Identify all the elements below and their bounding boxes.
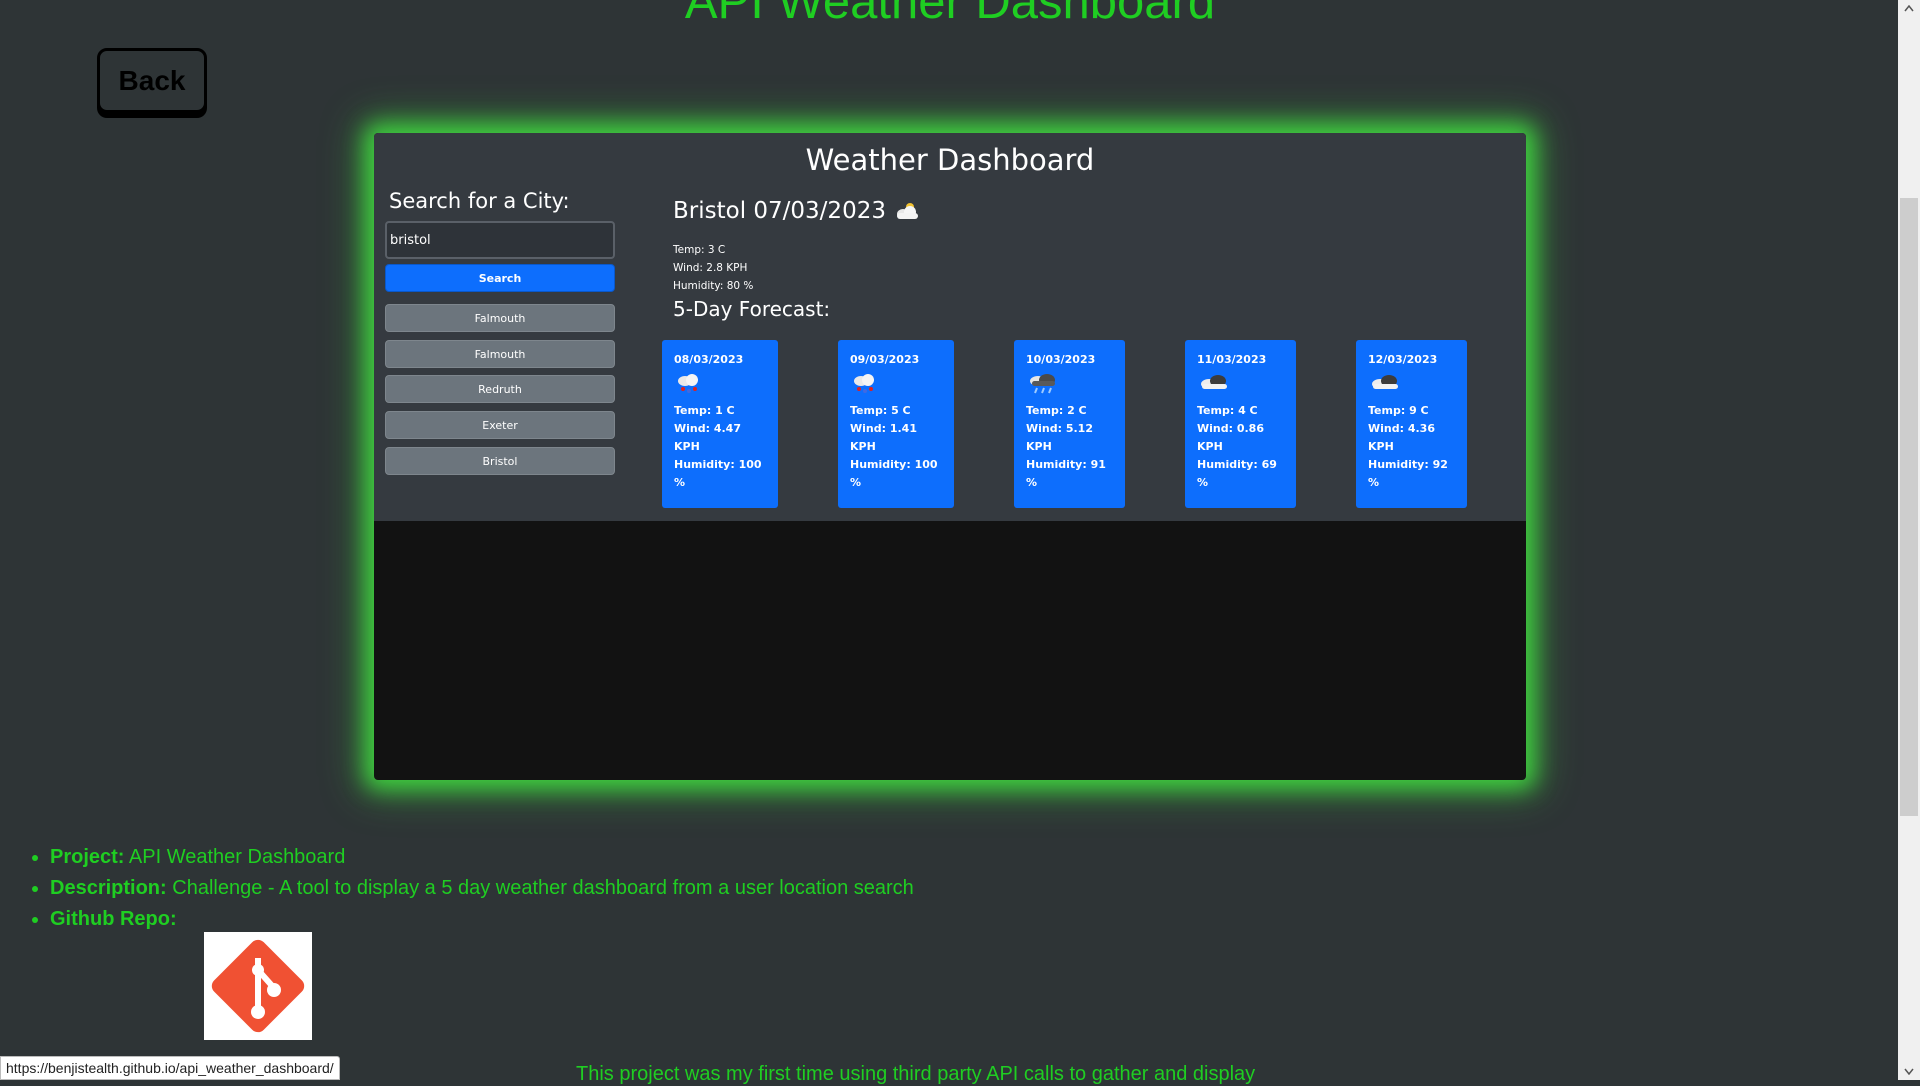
- forecast-date: 12/03/2023: [1368, 353, 1438, 366]
- forecast-card: 09/03/2023 Temp: 5 C Wind: 1.41 KPH Humi…: [838, 340, 954, 508]
- scrollbar-thumb[interactable]: [1900, 198, 1918, 816]
- page-scrollbar[interactable]: [1898, 0, 1920, 1080]
- weather-dashboard-embed: Weather Dashboard Search for a City: Sea…: [374, 133, 1526, 780]
- dashboard-title: Weather Dashboard: [805, 143, 1095, 177]
- current-temp: Temp: 3 C: [673, 244, 726, 256]
- forecast-card: 12/03/2023 Temp: 9 C Wind: 4.36 KPH Humi…: [1356, 340, 1467, 508]
- forecast-card: 08/03/2023 Temp: 1 C Wind: 4.47 KPH Humi…: [662, 340, 778, 508]
- forecast-wind: Wind: 5.12 KPH: [1026, 422, 1093, 453]
- city-search-input[interactable]: [385, 221, 615, 259]
- dashboard-content: Weather Dashboard Search for a City: Sea…: [374, 133, 1526, 521]
- history-button-bristol[interactable]: Bristol: [385, 447, 615, 475]
- history-button-falmouth[interactable]: Falmouth: [385, 340, 615, 368]
- dark-cloud-icon: [1372, 375, 1398, 389]
- forecast-temp: Temp: 9 C: [1368, 404, 1429, 417]
- forecast-wind: Wind: 4.36 KPH: [1368, 422, 1435, 453]
- snow-rain-icon: [854, 374, 874, 393]
- forecast-date: 10/03/2023: [1026, 353, 1096, 366]
- forecast-humidity: Humidity: 69 %: [1197, 458, 1277, 489]
- cloud-icon: [896, 203, 918, 219]
- forecast-humidity: Humidity: 100 %: [674, 458, 762, 489]
- project-item: Project: API Weather Dashboard: [50, 842, 914, 873]
- forecast-card: 10/03/2023 Temp: 2 C Wind: 5.12 KPH Humi…: [1014, 340, 1125, 508]
- forecast-wind: Wind: 0.86 KPH: [1197, 422, 1264, 453]
- dark-cloud-icon: [1201, 375, 1227, 389]
- forecast-date: 08/03/2023: [674, 353, 744, 366]
- forecast-humidity: Humidity: 100 %: [850, 458, 938, 489]
- search-label: Search for a City:: [389, 189, 570, 213]
- forecast-wind: Wind: 1.41 KPH: [850, 422, 917, 453]
- project-value: API Weather Dashboard: [128, 846, 346, 868]
- current-wind: Wind: 2.8 KPH: [673, 262, 748, 274]
- back-button[interactable]: Back: [97, 48, 207, 113]
- current-humidity: Humidity: 80 %: [673, 280, 754, 292]
- forecast-wind: Wind: 4.47 KPH: [674, 422, 741, 453]
- description-label: Description:: [50, 877, 167, 899]
- github-repo-link[interactable]: [204, 932, 312, 1040]
- search-button[interactable]: Search: [385, 264, 615, 292]
- snow-rain-icon: [678, 374, 698, 393]
- current-weather-heading: Bristol 07/03/2023: [673, 198, 922, 224]
- project-details-list: Project: API Weather Dashboard Descripti…: [50, 842, 914, 935]
- history-button-exeter[interactable]: Exeter: [385, 411, 615, 439]
- forecast-card: 11/03/2023 Temp: 4 C Wind: 0.86 KPH Humi…: [1185, 340, 1296, 508]
- repo-label: Github Repo:: [50, 908, 177, 930]
- forecast-humidity: Humidity: 92 %: [1368, 458, 1448, 489]
- project-summary-text: This project was my first time using thi…: [576, 1063, 1256, 1085]
- forecast-date: 11/03/2023: [1197, 353, 1267, 366]
- scroll-down-arrow-icon[interactable]: [1898, 1063, 1920, 1080]
- forecast-temp: Temp: 4 C: [1197, 404, 1258, 417]
- repo-item: Github Repo:: [50, 904, 914, 935]
- history-button-redruth[interactable]: Redruth: [385, 375, 615, 403]
- forecast-heading: 5-Day Forecast:: [673, 297, 831, 321]
- description-item: Description: Challenge - A tool to displ…: [50, 873, 914, 904]
- current-city-date: Bristol 07/03/2023: [673, 198, 886, 224]
- status-bar-url: https://benjistealth.github.io/api_weath…: [0, 1056, 340, 1080]
- git-logo-icon: [211, 939, 305, 1033]
- forecast-temp: Temp: 5 C: [850, 404, 911, 417]
- rain-cloud-icon: [1030, 374, 1055, 394]
- forecast-humidity: Humidity: 91 %: [1026, 458, 1106, 489]
- description-value: Challenge - A tool to display a 5 day we…: [172, 877, 914, 899]
- forecast-date: 09/03/2023: [850, 353, 920, 366]
- page-title: API Weather Dashboard: [684, 0, 1216, 29]
- history-button-falmouth[interactable]: Falmouth: [385, 304, 615, 332]
- forecast-temp: Temp: 2 C: [1026, 404, 1087, 417]
- forecast-temp: Temp: 1 C: [674, 404, 735, 417]
- scroll-up-arrow-icon[interactable]: [1898, 0, 1920, 17]
- project-label: Project:: [50, 846, 125, 868]
